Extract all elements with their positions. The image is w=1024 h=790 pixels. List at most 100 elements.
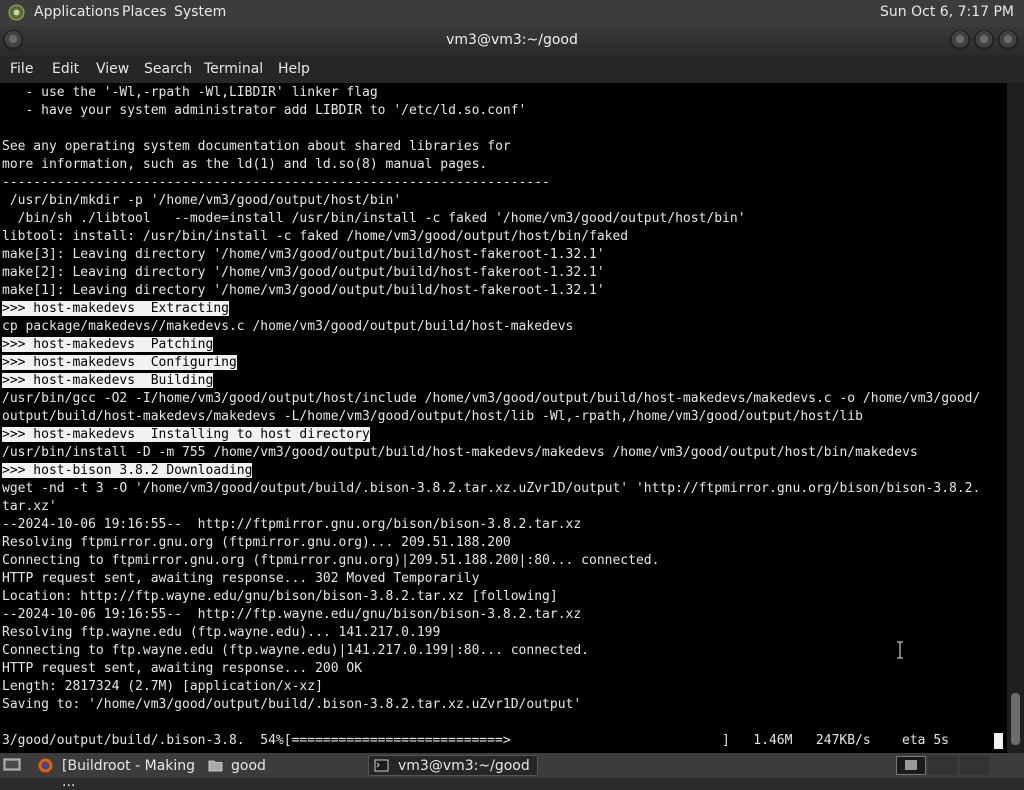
task-terminal[interactable]: vm3@vm3:~/good: [368, 755, 538, 776]
workspace-switcher-2[interactable]: [928, 756, 958, 775]
highlighted-stage-text: >>> host-makedevs Building: [2, 373, 214, 388]
terminal-line-text: - use the '-Wl,-rpath -Wl,LIBDIR' linker…: [2, 85, 378, 100]
terminal-line-text: Resolving ftp.wayne.edu (ftp.wayne.edu).…: [2, 625, 441, 640]
terminal-line: HTTP request sent, awaiting response... …: [2, 660, 980, 678]
menu-search[interactable]: Search: [144, 61, 192, 77]
terminal-line: HTTP request sent, awaiting response... …: [2, 570, 980, 588]
vertical-scrollbar[interactable]: [1007, 83, 1024, 753]
terminal-output: - use the '-Wl,-rpath -Wl,LIBDIR' linker…: [2, 84, 980, 714]
terminal-line-text: Connecting to ftpmirror.gnu.org (ftpmirr…: [2, 553, 660, 568]
applications-menu[interactable]: Applications: [34, 4, 120, 20]
terminal-line: more information, such as the ld(1) and …: [2, 156, 980, 174]
terminal-line: --2024-10-06 19:16:55-- http://ftp.wayne…: [2, 606, 980, 624]
terminal-icon: [374, 759, 389, 772]
terminal-line-text: /usr/bin/mkdir -p '/home/vm3/good/output…: [2, 193, 402, 208]
terminal-line: Connecting to ftpmirror.gnu.org (ftpmirr…: [2, 552, 980, 570]
terminal-line-text: make[3]: Leaving directory '/home/vm3/go…: [2, 247, 605, 262]
folder-icon: [208, 760, 223, 772]
terminal-line: /usr/bin/install -D -m 755 /home/vm3/goo…: [2, 444, 980, 462]
terminal-line-text: --2024-10-06 19:16:55-- http://ftp.wayne…: [2, 607, 582, 622]
top-panel: Applications Places System Sun Oct 6, 7:…: [0, 0, 1024, 25]
terminal-line-text: libtool: install: /usr/bin/install -c fa…: [2, 229, 629, 244]
terminal-line-text: HTTP request sent, awaiting response... …: [2, 571, 480, 586]
terminal-cursor: [994, 733, 1003, 749]
terminal-line: /bin/sh ./libtool --mode=install /usr/bi…: [2, 210, 980, 228]
places-menu[interactable]: Places: [122, 4, 167, 20]
terminal-line-text: - have your system administrator add LIB…: [2, 103, 527, 118]
progress-stats: ] 1.46M 247KB/s eta 5s: [722, 733, 949, 748]
terminal-line: ----------------------------------------…: [2, 174, 980, 192]
menu-edit[interactable]: Edit: [52, 61, 79, 77]
close-icon[interactable]: [999, 31, 1017, 49]
terminal-line: See any operating system documentation a…: [2, 138, 980, 156]
terminal-line-text: make[2]: Leaving directory '/home/vm3/go…: [2, 265, 605, 280]
highlighted-stage-text: >>> host-makedevs Installing to host dir…: [2, 427, 370, 442]
task-folder-label: good: [231, 758, 266, 774]
task-browser-label: [Buildroot - Making ...: [62, 758, 196, 790]
show-desktop-icon[interactable]: [3, 757, 21, 773]
terminal-line: >>> host-makedevs Building: [2, 372, 980, 390]
terminal-line-text: Resolving ftpmirror.gnu.org (ftpmirror.g…: [2, 535, 511, 550]
minimize-icon[interactable]: [951, 31, 969, 49]
terminal-line: /usr/bin/gcc -O2 -I/home/vm3/good/output…: [2, 390, 980, 408]
terminal-line-text: output/build/host-makedevs/makedevs -L/h…: [2, 409, 863, 424]
terminal-area[interactable]: - use the '-Wl,-rpath -Wl,LIBDIR' linker…: [0, 83, 1007, 753]
terminal-line: >>> host-makedevs Patching: [2, 336, 980, 354]
terminal-line-text: Location: http://ftp.wayne.edu/gnu/bison…: [2, 589, 558, 604]
terminal-line: libtool: install: /usr/bin/install -c fa…: [2, 228, 980, 246]
menu-help[interactable]: Help: [278, 61, 310, 77]
terminal-line-text: cp package/makedevs//makedevs.c /home/vm…: [2, 319, 574, 334]
bottom-taskbar: [Buildroot - Making ... good vm3@vm3:~/g…: [0, 753, 1024, 790]
terminal-line: >>> host-makedevs Installing to host dir…: [2, 426, 980, 444]
highlighted-stage-text: >>> host-makedevs Configuring: [2, 355, 237, 370]
terminal-line: Saving to: '/home/vm3/good/output/build/…: [2, 696, 980, 714]
terminal-line: make[2]: Leaving directory '/home/vm3/go…: [2, 264, 980, 282]
window-titlebar[interactable]: vm3@vm3:~/good: [0, 25, 1024, 56]
terminal-line-text: more information, such as the ld(1) and …: [2, 157, 488, 172]
terminal-line-text: Connecting to ftp.wayne.edu (ftp.wayne.e…: [2, 643, 589, 658]
terminal-line-text: HTTP request sent, awaiting response... …: [2, 661, 363, 676]
task-browser[interactable]: [Buildroot - Making ...: [32, 755, 200, 790]
terminal-line-text: wget -nd -t 3 -O '/home/vm3/good/output/…: [2, 481, 981, 496]
firefox-icon: [38, 758, 53, 773]
terminal-line: wget -nd -t 3 -O '/home/vm3/good/output/…: [2, 480, 980, 498]
text-cursor-icon: [897, 641, 903, 659]
terminal-line: - use the '-Wl,-rpath -Wl,LIBDIR' linker…: [2, 84, 980, 102]
terminal-line: output/build/host-makedevs/makedevs -L/h…: [2, 408, 980, 426]
terminal-line: cp package/makedevs//makedevs.c /home/vm…: [2, 318, 980, 336]
highlighted-stage-text: >>> host-makedevs Patching: [2, 337, 214, 352]
terminal-line-text: tar.xz': [2, 499, 57, 514]
menu-terminal[interactable]: Terminal: [204, 61, 263, 77]
scrollbar-thumb[interactable]: [1011, 693, 1020, 745]
terminal-line: make[1]: Leaving directory '/home/vm3/go…: [2, 282, 980, 300]
workspace-switcher-3[interactable]: [960, 756, 990, 775]
terminal-line: >>> host-makedevs Extracting: [2, 300, 980, 318]
terminal-line-text: Saving to: '/home/vm3/good/output/build/…: [2, 697, 582, 712]
clock[interactable]: Sun Oct 6, 7:17 PM: [880, 4, 1014, 20]
terminal-line-text: make[1]: Leaving directory '/home/vm3/go…: [2, 283, 605, 298]
terminal-line: --2024-10-06 19:16:55-- http://ftpmirror…: [2, 516, 980, 534]
menu-view[interactable]: View: [96, 61, 129, 77]
terminal-line: Connecting to ftp.wayne.edu (ftp.wayne.e…: [2, 642, 980, 660]
terminal-line-text: ----------------------------------------…: [2, 175, 550, 190]
task-folder[interactable]: good: [202, 755, 362, 776]
terminal-line: Resolving ftpmirror.gnu.org (ftpmirror.g…: [2, 534, 980, 552]
progress-text: 3/good/output/build/.bison-3.8. 54%[====…: [2, 733, 511, 748]
workspace-switcher-1[interactable]: [896, 756, 926, 775]
maximize-icon[interactable]: [975, 31, 993, 49]
terminal-line-text: See any operating system documentation a…: [2, 139, 511, 154]
window-title: vm3@vm3:~/good: [446, 32, 578, 48]
terminal-line: - have your system administrator add LIB…: [2, 102, 980, 120]
terminal-line: /usr/bin/mkdir -p '/home/vm3/good/output…: [2, 192, 980, 210]
download-progress-line: 3/good/output/build/.bison-3.8. 54%[====…: [2, 732, 1003, 750]
system-menu[interactable]: System: [174, 4, 226, 20]
terminal-line: >>> host-bison 3.8.2 Downloading: [2, 462, 980, 480]
menubar: File Edit View Search Terminal Help: [0, 56, 1024, 83]
terminal-line: Length: 2817324 (2.7M) [application/x-xz…: [2, 678, 980, 696]
terminal-line-text: /usr/bin/install -D -m 755 /home/vm3/goo…: [2, 445, 918, 460]
menu-file[interactable]: File: [10, 61, 33, 77]
highlighted-stage-text: >>> host-bison 3.8.2 Downloading: [2, 463, 253, 478]
gnome-foot-icon[interactable]: [8, 4, 25, 21]
terminal-line-text: --2024-10-06 19:16:55-- http://ftpmirror…: [2, 517, 582, 532]
